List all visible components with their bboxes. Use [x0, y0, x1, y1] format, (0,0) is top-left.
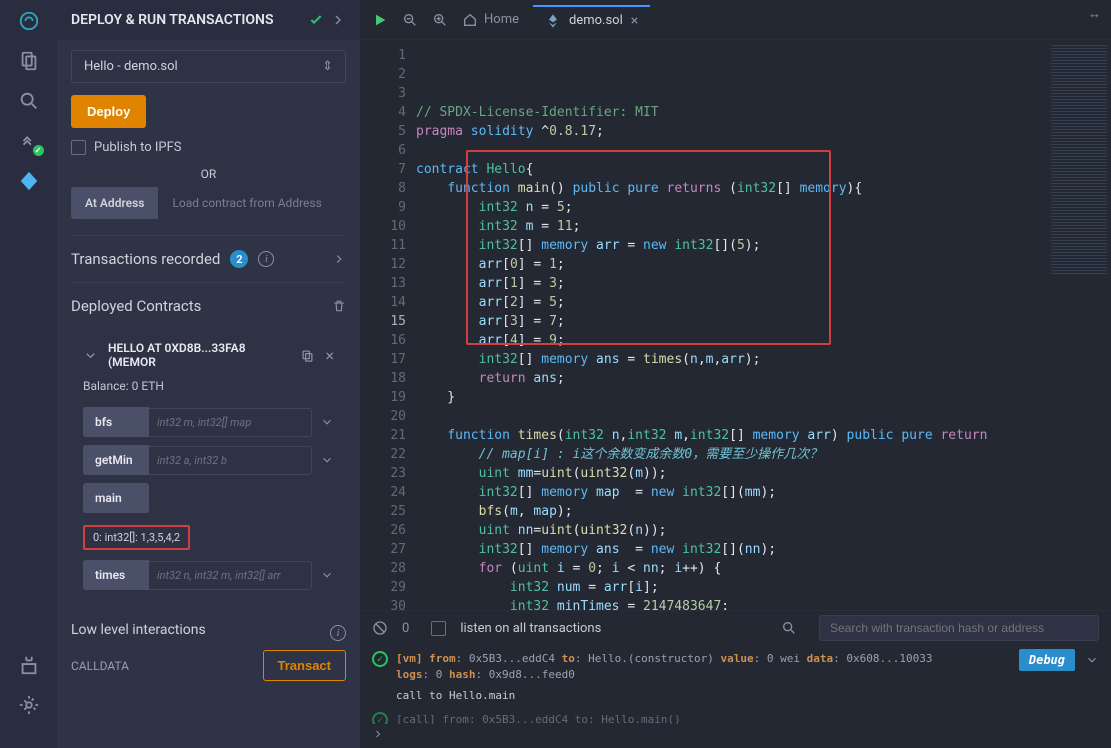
- terminal-log-line: [vm] from: 0x5B3...eddC4 to: Hello.(cons…: [396, 651, 1099, 683]
- chevron-right-icon[interactable]: [330, 12, 346, 28]
- fn-row-main: main: [83, 483, 334, 513]
- editor-area: Home demo.sol × ↔ 1234567891011121314151…: [360, 0, 1111, 748]
- calldata-label: CALLDATA: [71, 659, 129, 673]
- code-content[interactable]: // SPDX-License-Identifier: MITpragma so…: [416, 40, 1047, 610]
- editor-toolbar: Home demo.sol × ↔: [360, 0, 1111, 40]
- tab-close-icon[interactable]: ×: [631, 13, 638, 29]
- expand-icon[interactable]: ↔: [1088, 6, 1101, 22]
- trash-icon[interactable]: [332, 299, 346, 313]
- logo-icon[interactable]: [18, 10, 40, 32]
- ban-icon[interactable]: [372, 620, 388, 636]
- run-icon[interactable]: [372, 12, 388, 28]
- deployed-contracts-section: Deployed Contracts HELLO AT 0XD8B...33FA…: [71, 282, 346, 681]
- panel-title: DEPLOY & RUN TRANSACTIONS: [71, 12, 302, 28]
- info-icon[interactable]: i: [330, 625, 346, 641]
- fn-times-args[interactable]: int32 n, int32 m, int32[] arr: [149, 561, 312, 590]
- deploy-icon[interactable]: [18, 170, 40, 192]
- zoom-in-icon[interactable]: [432, 12, 448, 28]
- fn-row-times: times int32 n, int32 m, int32[] arr: [83, 560, 334, 590]
- minimap[interactable]: [1047, 40, 1111, 610]
- success-check-icon: ✓: [372, 651, 388, 667]
- solidity-icon: [545, 13, 561, 29]
- search-icon[interactable]: [781, 620, 797, 636]
- fn-row-getmin: getMin int32 a, int32 b: [83, 445, 334, 475]
- chevron-down-icon[interactable]: [320, 568, 334, 582]
- chevron-down-icon[interactable]: [83, 348, 98, 363]
- tx-recorded-title: Transactions recorded: [71, 250, 220, 268]
- red-highlight-box: [466, 150, 831, 345]
- deploy-button[interactable]: Deploy: [71, 95, 146, 128]
- deployed-title: Deployed Contracts: [71, 297, 201, 315]
- info-icon[interactable]: i: [258, 251, 274, 267]
- home-button[interactable]: Home: [462, 12, 519, 28]
- check-icon: [308, 12, 324, 28]
- deploy-run-panel: DEPLOY & RUN TRANSACTIONS Hello - demo.s…: [57, 0, 360, 748]
- close-icon[interactable]: ×: [325, 346, 334, 365]
- tx-count-badge: 2: [230, 250, 248, 268]
- at-address-row: At Address Load contract from Address: [71, 187, 346, 219]
- terminal-log-line: call to Hello.main: [396, 689, 1099, 702]
- success-check-icon: ✓: [372, 712, 388, 724]
- fn-getmin-args[interactable]: int32 a, int32 b: [149, 446, 312, 475]
- load-address-input[interactable]: Load contract from Address: [158, 187, 346, 219]
- plugins-icon[interactable]: [18, 654, 40, 676]
- contract-select[interactable]: Hello - demo.sol ⇕: [71, 50, 346, 83]
- lowlevel-title: Low level interactions: [71, 622, 206, 638]
- tx-recorded-section: Transactions recorded 2 i: [71, 235, 346, 268]
- files-icon[interactable]: [18, 50, 40, 72]
- terminal-footer[interactable]: [360, 724, 1111, 748]
- terminal-toolbar: 0 listen on all transactions: [360, 611, 1111, 645]
- terminal-search-input[interactable]: [819, 615, 1099, 641]
- contract-name: HELLO AT 0XD8B...33FA8 (MEMOR: [108, 341, 290, 369]
- publish-ipfs-label: Publish to IPFS: [94, 140, 182, 155]
- transact-button[interactable]: Transact: [263, 650, 346, 681]
- zoom-out-icon[interactable]: [402, 12, 418, 28]
- compile-icon[interactable]: ✓: [18, 130, 40, 152]
- panel-header: DEPLOY & RUN TRANSACTIONS: [57, 0, 360, 40]
- listen-label: listen on all transactions: [460, 621, 601, 636]
- chevron-right-icon[interactable]: [372, 728, 384, 740]
- fn-times-button[interactable]: times: [83, 560, 149, 590]
- fn-bfs-args[interactable]: int32 m, int32[] map: [149, 408, 312, 437]
- contract-balance: Balance: 0 ETH: [83, 379, 334, 393]
- terminal-panel: 0 listen on all transactions ✓ [vm] from…: [360, 610, 1111, 748]
- fn-row-bfs: bfs int32 m, int32[] map: [83, 407, 334, 437]
- chevron-down-icon[interactable]: [320, 415, 334, 429]
- publish-ipfs-checkbox[interactable]: [71, 140, 86, 155]
- debug-button[interactable]: Debug: [1019, 649, 1075, 671]
- code-editor[interactable]: 1234567891011121314151617181920212223242…: [360, 40, 1111, 610]
- chevron-down-icon[interactable]: [1085, 653, 1099, 667]
- pending-count: 0: [402, 621, 409, 636]
- chevron-right-icon[interactable]: [332, 252, 346, 266]
- publish-ipfs-row[interactable]: Publish to IPFS: [71, 140, 346, 155]
- fn-getmin-button[interactable]: getMin: [83, 445, 149, 475]
- select-arrows-icon: ⇕: [322, 59, 333, 74]
- tab-label: demo.sol: [569, 13, 623, 28]
- terminal-log-line: [call] from: 0x5B3...eddC4 to: Hello.mai…: [396, 712, 1099, 724]
- copy-icon[interactable]: [300, 348, 315, 363]
- fn-main-button[interactable]: main: [83, 483, 149, 513]
- fn-bfs-button[interactable]: bfs: [83, 407, 149, 437]
- chevron-down-icon[interactable]: [320, 453, 334, 467]
- file-tab[interactable]: demo.sol ×: [533, 5, 650, 35]
- search-icon[interactable]: [18, 90, 40, 112]
- terminal-body[interactable]: ✓ [vm] from: 0x5B3...eddC4 to: Hello.(co…: [360, 645, 1111, 724]
- at-address-button[interactable]: At Address: [71, 187, 158, 219]
- settings-gear-icon[interactable]: [18, 694, 40, 716]
- left-icon-rail: ✓: [0, 0, 57, 748]
- contract-card: HELLO AT 0XD8B...33FA8 (MEMOR × Balance:…: [71, 329, 346, 610]
- line-gutter: 1234567891011121314151617181920212223242…: [360, 40, 416, 610]
- or-label: OR: [71, 167, 346, 181]
- contract-select-value: Hello - demo.sol: [84, 59, 322, 74]
- listen-checkbox[interactable]: [431, 621, 446, 636]
- lowlevel-row: CALLDATA Transact: [71, 650, 346, 681]
- main-result-output: 0: int32[]: 1,3,5,4,2: [83, 525, 190, 550]
